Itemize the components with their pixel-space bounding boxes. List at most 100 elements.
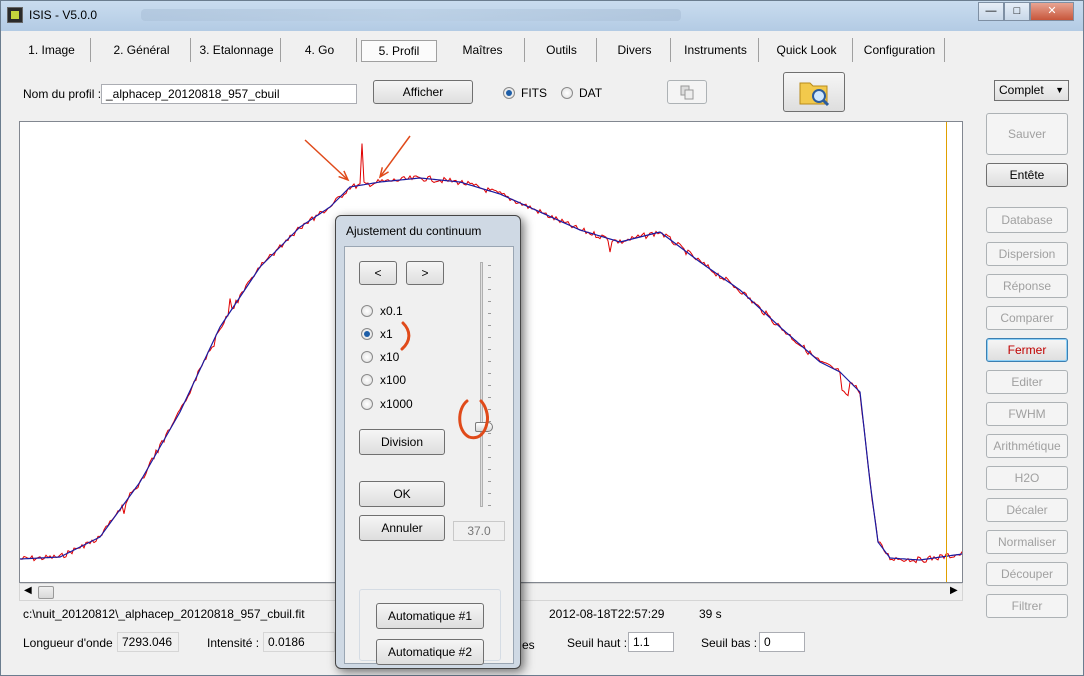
fits-radio[interactable]	[503, 87, 515, 99]
continuum-dialog: Ajustement du continuum < > x0.1 x1 x10 …	[335, 215, 521, 669]
sidebar-button-sauver[interactable]: Sauver	[986, 113, 1068, 155]
sidebar-button-fwhm[interactable]: FWHM	[986, 402, 1068, 426]
profile-name-input[interactable]: _alphacep_20120818_957_cbuil	[101, 84, 357, 104]
cancel-button[interactable]: Annuler	[359, 515, 445, 541]
auto2-button[interactable]: Automatique #2	[376, 639, 484, 665]
tab-go[interactable]: 4. Go	[283, 38, 357, 62]
sidebar-button-entete[interactable]: Entête	[986, 163, 1068, 187]
prev-button[interactable]: <	[359, 261, 397, 285]
slider-tick	[488, 385, 491, 386]
slider-tick	[488, 361, 491, 362]
scale-radio-x1000[interactable]	[361, 398, 373, 410]
occluded-label-fragment: es	[522, 638, 535, 652]
ok-button[interactable]: OK	[359, 481, 445, 507]
slider-tick	[488, 337, 491, 338]
close-icon[interactable]: ✕	[1030, 2, 1074, 21]
slider-tick	[488, 373, 491, 374]
open-folder-button[interactable]	[783, 72, 845, 112]
sidebar-button-dispersion[interactable]: Dispersion	[986, 242, 1068, 266]
scroll-thumb[interactable]	[38, 586, 54, 599]
scale-radio-x0-1[interactable]	[361, 305, 373, 317]
scale-label-x100: x100	[380, 373, 407, 387]
dat-label: DAT	[579, 86, 603, 100]
tab-maitres[interactable]: Maîtres	[441, 38, 525, 62]
tab-outils[interactable]: Outils	[527, 38, 597, 62]
copy-button[interactable]	[667, 80, 707, 104]
sidebar-button-comparer[interactable]: Comparer	[986, 306, 1068, 330]
tab-configuration[interactable]: Configuration	[855, 38, 945, 62]
slider-tick	[488, 445, 491, 446]
sidebar-button-database[interactable]: Database	[986, 207, 1068, 233]
wavelength-label: Longueur d'onde :	[23, 636, 120, 650]
observation-datetime: 2012-08-18T22:57:29	[549, 607, 665, 621]
tab-divers[interactable]: Divers	[599, 38, 671, 62]
sidebar-button-fermer[interactable]: Fermer	[986, 338, 1068, 362]
chevron-down-icon: ▼	[1055, 85, 1064, 95]
high-threshold-input[interactable]: 1.1	[628, 632, 674, 652]
next-button[interactable]: >	[406, 261, 444, 285]
scroll-right-icon[interactable]: ▶	[950, 585, 958, 596]
afficher-button[interactable]: Afficher	[373, 80, 473, 104]
low-threshold-input[interactable]: 0	[759, 632, 805, 652]
app-icon	[7, 7, 23, 23]
wavelength-value: 7293.046	[117, 632, 179, 652]
slider-ticks	[488, 265, 492, 506]
annotation-circle-icon	[458, 399, 489, 440]
division-button[interactable]: Division	[359, 429, 445, 455]
scale-label-x1000: x1000	[380, 397, 413, 411]
sidebar-button-normaliser[interactable]: Normaliser	[986, 530, 1068, 554]
continuum-slider-track[interactable]	[480, 262, 483, 507]
scale-radio-x1[interactable]	[361, 328, 373, 340]
slider-tick	[488, 481, 491, 482]
sidebar-button-decouper[interactable]: Découper	[986, 562, 1068, 586]
scale-label-x10: x10	[380, 350, 400, 364]
wavelength-cursor[interactable]	[946, 122, 947, 582]
slider-tick	[488, 289, 491, 290]
sidebar-button-decaler[interactable]: Décaler	[986, 498, 1068, 522]
scale-radio-x10[interactable]	[361, 351, 373, 363]
quick-toolbar-blurred	[141, 9, 681, 21]
sidebar-button-reponse[interactable]: Réponse	[986, 274, 1068, 298]
fits-label: FITS	[521, 86, 547, 100]
slider-tick	[488, 277, 491, 278]
scale-label-x0-1: x0.1	[380, 304, 403, 318]
display-mode-value: Complet	[999, 83, 1044, 97]
dialog-body: < > x0.1 x1 x10 x100 x1000 Division OK A…	[344, 246, 514, 665]
slider-tick	[488, 457, 491, 458]
tab-quick-look[interactable]: Quick Look	[761, 38, 853, 62]
window-title: ISIS - V5.0.0	[29, 8, 98, 22]
sidebar-button-arithmetique[interactable]: Arithmétique	[986, 434, 1068, 458]
annotation-bracket-icon	[400, 321, 411, 351]
slider-tick	[488, 493, 491, 494]
tab-general[interactable]: 2. Général	[93, 38, 191, 62]
slider-tick	[488, 301, 491, 302]
slider-value-field: 37.0	[453, 521, 505, 541]
folder-search-icon	[799, 82, 830, 107]
low-threshold-label: Seuil bas :	[701, 636, 758, 650]
scroll-left-icon[interactable]: ◀	[24, 585, 32, 596]
profile-name-label: Nom du profil :	[23, 87, 102, 101]
maximize-icon[interactable]: □	[1004, 2, 1030, 21]
slider-tick	[488, 265, 491, 266]
intensity-label: Intensité :	[207, 636, 260, 650]
annotation-arrow-icon	[379, 135, 411, 178]
minimize-icon[interactable]: —	[978, 2, 1004, 21]
slider-tick	[488, 505, 491, 506]
tab-image[interactable]: 1. Image	[13, 38, 91, 62]
exposure-time: 39 s	[699, 607, 722, 621]
scale-radio-x100[interactable]	[361, 374, 373, 386]
sidebar-button-h2o[interactable]: H2O	[986, 466, 1068, 490]
display-mode-select[interactable]: Complet ▼	[994, 80, 1069, 101]
title-bar[interactable]: ISIS - V5.0.0 — □ ✕	[1, 1, 1083, 31]
tab-etalonnage[interactable]: 3. Etalonnage	[193, 38, 281, 62]
tab-profil[interactable]: 5. Profil	[361, 40, 437, 62]
auto1-button[interactable]: Automatique #1	[376, 603, 484, 629]
slider-tick	[488, 469, 491, 470]
copy-icon	[680, 85, 694, 100]
dat-radio[interactable]	[561, 87, 573, 99]
slider-tick	[488, 325, 491, 326]
sidebar-button-editer[interactable]: Editer	[986, 370, 1068, 394]
tab-instruments[interactable]: Instruments	[673, 38, 759, 62]
sidebar-button-filtrer[interactable]: Filtrer	[986, 594, 1068, 618]
file-path: c:\nuit_20120812\_alphacep_20120818_957_…	[23, 607, 305, 621]
